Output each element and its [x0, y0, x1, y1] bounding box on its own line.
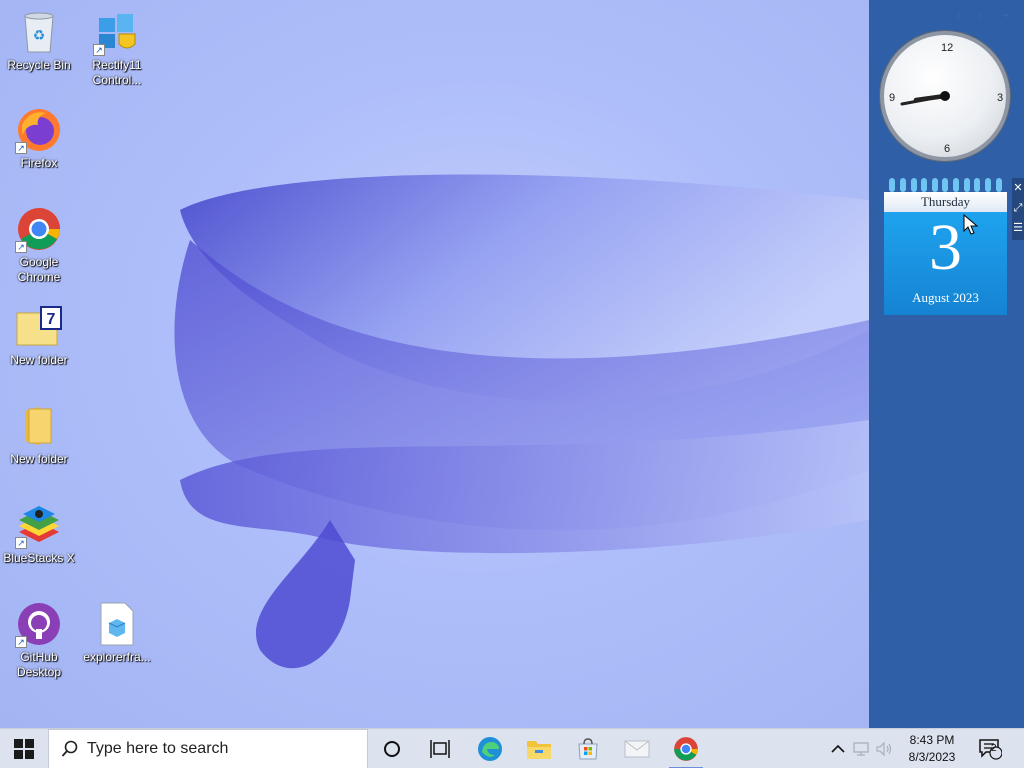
desktop-icon-label: explorerfra...	[83, 650, 151, 664]
taskbar-edge[interactable]	[466, 729, 514, 768]
taskbar-clock[interactable]: 8:43 PM 8/3/2023	[898, 732, 966, 766]
desktop-icon-firefox[interactable]: ↗ Firefox	[0, 106, 78, 171]
taskbar-mail[interactable]	[613, 729, 661, 768]
sidebar-prev-icon[interactable]: ‹	[957, 10, 961, 22]
calendar-body: 3 August 2023	[884, 212, 1007, 315]
clock-gadget[interactable]: 12 3 6 9	[880, 31, 1010, 161]
action-center-button[interactable]: 2	[972, 729, 1008, 768]
taskbar-date: 8/3/2023	[908, 750, 956, 764]
start-button[interactable]	[0, 729, 48, 768]
desktop-icon-label: BlueStacks X	[3, 551, 75, 565]
mail-icon	[624, 740, 650, 758]
volume-button[interactable]	[872, 729, 896, 768]
desktop-icon-new-folder-1[interactable]: 7 New folder	[0, 303, 78, 368]
folder-7-icon: 7	[15, 303, 63, 351]
desktop-icon-new-folder-2[interactable]: New folder	[0, 402, 78, 467]
chevron-up-icon	[831, 744, 845, 753]
store-icon	[578, 738, 598, 760]
chrome-icon	[674, 737, 698, 761]
shortcut-arrow-icon: ↗	[15, 636, 27, 648]
sidebar-add-icon[interactable]: +	[1003, 10, 1009, 22]
sidebar-next-icon[interactable]: ›	[979, 10, 983, 22]
taskbar-store[interactable]	[564, 729, 612, 768]
calendar-gadget[interactable]: Thursday 3 August 2023	[884, 178, 1007, 315]
taskbar-chrome[interactable]	[662, 729, 710, 768]
task-view-icon	[430, 740, 450, 758]
desktop[interactable]: ♻ Recycle Bin ↗ Rectify11 Control... ↗ F…	[0, 0, 869, 728]
mouse-cursor-icon	[963, 214, 979, 235]
desktop-icon-label: New folder	[10, 452, 68, 466]
calendar-month-year: August 2023	[912, 290, 979, 305]
github-icon: ↗	[15, 600, 63, 648]
shortcut-arrow-icon: ↗	[15, 241, 27, 253]
show-hidden-icons-button[interactable]	[826, 729, 850, 768]
network-button[interactable]	[850, 729, 872, 768]
cortana-button[interactable]	[368, 729, 416, 768]
desktop-icon-bluestacks-x[interactable]: ↗ BlueStacks X	[0, 501, 78, 566]
control-panel-icon: ↗	[93, 8, 141, 56]
svg-text:♻: ♻	[33, 27, 46, 43]
task-view-button[interactable]	[416, 729, 464, 768]
desktop-icon-google-chrome[interactable]: ↗ Google Chrome	[0, 205, 78, 285]
desktop-icon-recycle-bin[interactable]: ♻ Recycle Bin	[0, 8, 78, 73]
search-icon	[61, 740, 78, 757]
folder-icon	[15, 402, 63, 450]
calendar-rings	[884, 178, 1007, 192]
desktop-icon-rectify11-control[interactable]: ↗ Rectify11 Control...	[78, 8, 156, 88]
notification-count-badge: 2	[991, 743, 997, 754]
clock-hands	[900, 91, 950, 106]
recycle-bin-icon: ♻	[15, 8, 63, 56]
desktop-icon-label: Recycle Bin	[7, 58, 71, 72]
taskbar-time: 8:43 PM	[909, 733, 955, 747]
desktop-icon-explorerframe[interactable]: explorerfra...	[78, 600, 156, 665]
bluestacks-icon: ↗	[15, 501, 63, 549]
taskbar-search-box[interactable]: Type here to search	[48, 729, 368, 768]
file-explorer-icon	[527, 741, 551, 759]
gadget-toolbar: ✕ ⤢ ☰	[1012, 178, 1024, 240]
taskbar: Type here to search 8:43 PM 8/3/2023 2	[0, 728, 1024, 768]
edge-icon	[478, 737, 502, 761]
search-placeholder: Type here to search	[87, 740, 229, 757]
resize-icon[interactable]: ⤢	[1014, 198, 1023, 218]
cortana-circle-icon	[384, 741, 400, 757]
shortcut-arrow-icon: ↗	[15, 142, 27, 154]
desktop-icon-label: GitHub Desktop	[16, 650, 62, 679]
desktop-icon-github-desktop[interactable]: ↗ GitHub Desktop	[0, 600, 78, 680]
network-icon	[853, 742, 869, 756]
desktop-icon-label: Google Chrome	[17, 255, 61, 284]
svg-text:7: 7	[47, 311, 56, 328]
drag-handle-icon[interactable]: ☰	[1013, 218, 1023, 238]
close-icon[interactable]: ✕	[1013, 178, 1022, 198]
chrome-icon: ↗	[15, 205, 63, 253]
file-icon	[93, 600, 141, 648]
shortcut-arrow-icon: ↗	[93, 44, 105, 56]
shortcut-arrow-icon: ↗	[15, 537, 27, 549]
desktop-icon-label: Firefox	[20, 156, 58, 170]
taskbar-file-explorer[interactable]	[515, 729, 563, 768]
firefox-icon: ↗	[15, 106, 63, 154]
calendar-day-number: 3	[929, 211, 962, 284]
notification-icon	[979, 739, 1002, 760]
volume-icon	[876, 741, 892, 757]
calendar-weekday: Thursday	[884, 192, 1007, 212]
windows-logo-icon	[14, 739, 34, 759]
desktop-icon-label: Rectify11 Control...	[92, 58, 142, 87]
desktop-icon-label: New folder	[10, 353, 68, 367]
